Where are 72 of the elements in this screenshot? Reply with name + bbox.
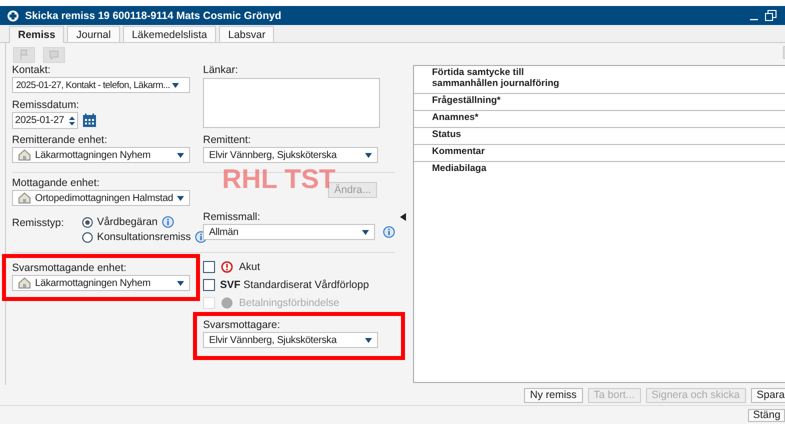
coin-icon (221, 297, 233, 309)
field-label: Svarsmottagande enhet: (12, 263, 128, 274)
select-value: Elvir Vännberg, Sjuksköterska (209, 334, 338, 346)
house-icon (18, 277, 31, 289)
tab[interactable]: Remiss (9, 26, 64, 43)
contact-dropdown[interactable]: 2025-01-27, Kontakt - telefon, Läkarm... (12, 77, 190, 93)
option-label: Vårdbegäran (96, 216, 158, 228)
action-button[interactable]: Spara (750, 388, 785, 402)
restore-icon[interactable] (765, 10, 777, 21)
action-button[interactable]: Ny remiss (524, 388, 583, 402)
unit-dropdown[interactable]: Läkarmottagningen Nyhem (12, 147, 190, 163)
comment-icon (48, 49, 60, 61)
referrer-dropdown[interactable]: Elvir Vännberg, Sjuksköterska (203, 147, 378, 163)
select-value: Ortopedimottagningen Halmstad (35, 192, 173, 204)
field-label: Remissmall: (203, 212, 262, 223)
collapse-icon[interactable] (400, 213, 406, 221)
checkbox-prefix: SVF (220, 279, 240, 291)
caret-icon (362, 230, 369, 234)
links-field[interactable] (203, 78, 380, 128)
info-icon[interactable] (162, 216, 174, 228)
field-label: Remissdatum: (12, 100, 80, 111)
recipient-dropdown[interactable]: Elvir Vännberg, Sjuksköterska (203, 332, 378, 348)
radio-button[interactable] (82, 216, 93, 228)
select-value: Läkarmottagningen Nyhem (35, 150, 152, 160)
date-value: 2025-01-27 (15, 115, 66, 126)
field-label: Kontakt: (12, 65, 52, 76)
section-title[interactable]: Anamnes* (432, 112, 785, 123)
tab[interactable]: Journal (67, 26, 120, 42)
select-value: 2025-01-27, Kontakt - telefon, Läkarm... (16, 80, 170, 90)
template-dropdown[interactable]: Allmän (203, 224, 375, 240)
option-label: Konsultationsremiss (96, 231, 191, 243)
caret-icon (365, 338, 372, 342)
caret-icon (177, 196, 184, 200)
section-title[interactable]: Frågeställning* (432, 95, 785, 106)
unit-dropdown[interactable]: Ortopedimottagningen Halmstad (12, 190, 190, 206)
caret-icon (365, 152, 372, 158)
section-title[interactable]: Kommentar (432, 146, 785, 157)
section-title[interactable]: Mediabilaga (432, 163, 785, 174)
caret-icon (177, 152, 184, 158)
checkbox[interactable] (203, 261, 215, 273)
calendar-icon[interactable] (82, 113, 97, 128)
select-value: Läkarmottagningen Nyhem (35, 278, 152, 288)
alert-icon (221, 261, 233, 273)
field-label: Mottagande enhet: (12, 178, 101, 189)
info-icon[interactable] (383, 226, 395, 238)
field-label: Remisstyp: (12, 218, 64, 231)
checkbox-label: Akut (239, 261, 260, 273)
caret-icon (177, 280, 184, 286)
field-label: Remitterande enhet: (12, 135, 108, 146)
date-field[interactable]: 2025-01-27 (12, 112, 78, 129)
field-label: Svarsmottagare: (203, 320, 282, 331)
unit-dropdown[interactable]: Läkarmottagningen Nyhem (12, 275, 190, 291)
field-label: Länkar: (203, 65, 240, 76)
tab[interactable]: Labsvar (219, 26, 274, 42)
checkbox[interactable] (203, 279, 215, 291)
house-icon (18, 192, 31, 204)
checkbox-label: Betalningsförbindelse (239, 297, 340, 309)
caret-icon (172, 82, 179, 88)
flag-icon (18, 49, 30, 61)
spinner-icon[interactable] (69, 116, 75, 126)
checkbox-label: Standardiserat Vårdförlopp (243, 279, 369, 291)
cross-icon (7, 10, 19, 22)
house-icon (18, 149, 31, 161)
close-button[interactable]: Stäng (748, 409, 785, 422)
tab[interactable]: Läkemedelslista (122, 26, 216, 42)
section-title[interactable]: Status (432, 129, 785, 140)
select-value: Elvir Vännberg, Sjuksköterska (209, 150, 338, 160)
window-title: Skicka remiss 19 600118-9114 Mats Cosmic Grönyd (25, 10, 282, 22)
section-title[interactable]: Förtida samtycke till sammanhållen journalföring (432, 67, 785, 89)
radio-button[interactable] (82, 232, 93, 242)
field-label: Remittent: (203, 135, 252, 146)
select-value: Allmän (209, 226, 240, 238)
